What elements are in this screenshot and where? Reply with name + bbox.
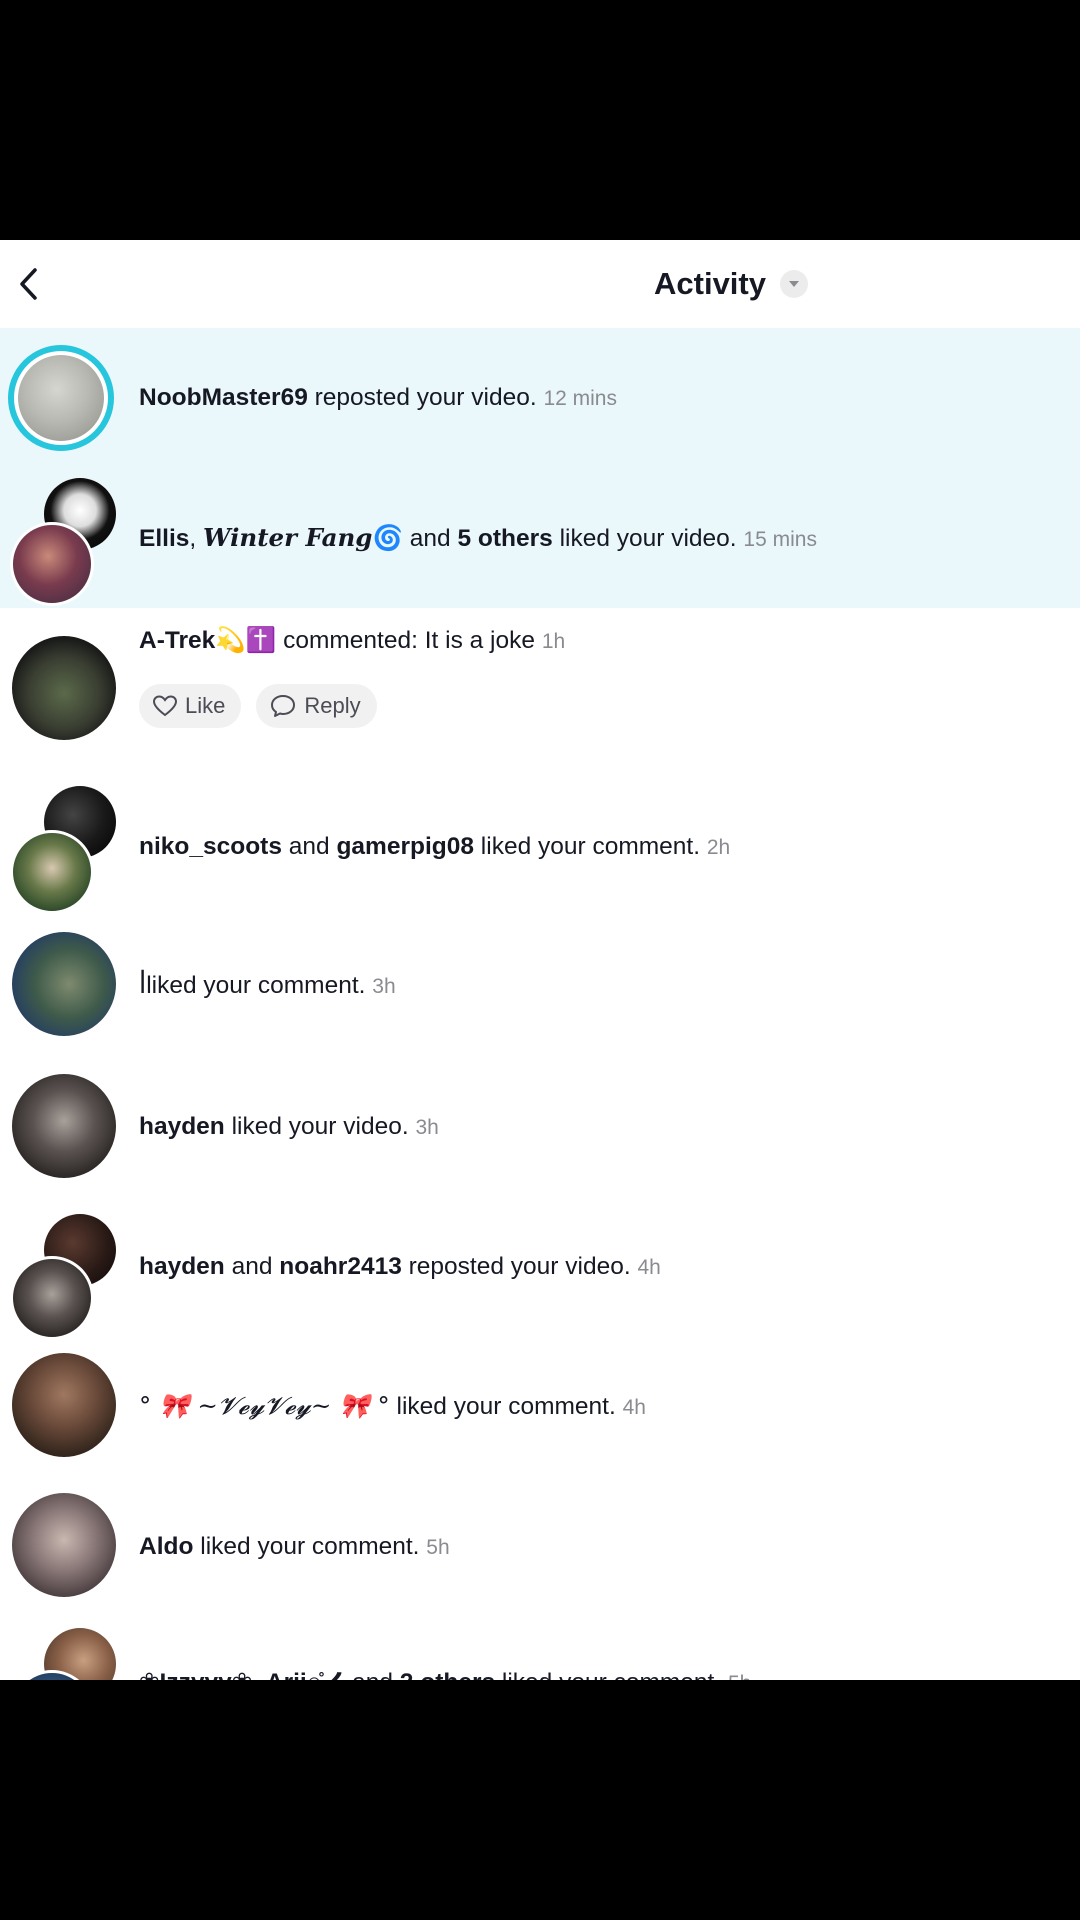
notification-row[interactable]: hayden liked your video. 3h (0, 1058, 1080, 1198)
timestamp: 1h (541, 630, 566, 653)
avatar[interactable] (12, 1493, 116, 1597)
username[interactable]: A-Trek (139, 627, 215, 654)
emoji: 💫✝️ (215, 627, 277, 654)
timestamp: 3h (372, 975, 396, 998)
timestamp: 3h (415, 1116, 439, 1139)
timestamp: 12 mins (543, 387, 617, 410)
username[interactable]: Arii○̥̊ ໒ (266, 1669, 352, 1680)
speech-bubble-icon (271, 695, 296, 717)
username[interactable]: Aldo (139, 1533, 193, 1560)
activity-filter-dropdown[interactable]: Activity (654, 260, 808, 308)
username[interactable]: Winter Fang (203, 523, 372, 552)
username[interactable]: ❀Izzyyy❀ (139, 1669, 252, 1680)
timestamp: 4h (622, 1396, 646, 1419)
like-button[interactable]: Like (139, 684, 242, 728)
back-button[interactable] (4, 254, 52, 314)
reply-button[interactable]: Reply (256, 684, 377, 728)
timestamp: 4h (637, 1256, 661, 1279)
notification-text: hayden liked your video. 3h (139, 1113, 439, 1140)
username[interactable]: noahr2413 (279, 1253, 402, 1280)
notification-text: niko_scoots and gamerpig08 liked your co… (139, 833, 731, 860)
activity-screen: Activity NoobMaster69 reposted your vide… (0, 240, 1080, 1680)
timestamp: 15 mins (743, 528, 817, 551)
notification-row[interactable]: ꟾliked your comment. 3h (0, 918, 1080, 1058)
notification-row[interactable]: A-Trek💫✝️ commented: It is a joke 1h Lik… (0, 608, 1080, 778)
comment-actions: Like Reply (139, 684, 377, 728)
username[interactable]: gamerpig08 (336, 833, 474, 860)
notification-row[interactable]: NoobMaster69 reposted your video. 12 min… (0, 328, 1080, 468)
username[interactable]: Ellis (139, 525, 189, 552)
timestamp: 5h (426, 1536, 450, 1559)
notification-text: Aldo liked your comment. 5h (139, 1533, 450, 1560)
username[interactable]: ° 🎀 ~𝓥𝓮𝔂𝓥𝓮𝔂~ 🎀 ° (139, 1391, 390, 1420)
notification-text: NoobMaster69 reposted your video. 12 min… (139, 384, 617, 411)
page-title: Activity (654, 266, 766, 301)
emoji: 🌀 (372, 525, 403, 552)
timestamp: 5h (728, 1672, 751, 1680)
timestamp: 2h (706, 836, 731, 859)
notification-row[interactable]: Aldo liked your comment. 5h (0, 1478, 1080, 1618)
username[interactable]: hayden (139, 1253, 225, 1280)
screen: Activity NoobMaster69 reposted your vide… (0, 0, 1080, 1920)
username[interactable]: NoobMaster69 (139, 384, 308, 411)
notification-text: ꟾliked your comment. 3h (139, 972, 396, 999)
header: Activity (0, 240, 1080, 328)
notification-row[interactable]: ❀Izzyyy❀, Arii○̥̊ ໒ and 2 others liked y… (0, 1618, 1080, 1680)
notification-row[interactable]: niko_scoots and gamerpig08 liked your co… (0, 778, 1080, 918)
notification-text: ° 🎀 ~𝓥𝓮𝔂𝓥𝓮𝔂~ 🎀 ° liked your comment. 4h (139, 1391, 646, 1420)
chevron-left-icon (20, 268, 37, 300)
avatar[interactable] (10, 1256, 94, 1340)
notification-text: hayden and noahr2413 reposted your video… (139, 1253, 661, 1280)
avatar[interactable] (12, 1074, 116, 1178)
avatar[interactable] (12, 932, 116, 1036)
notification-text: A-Trek💫✝️ commented: It is a joke 1h (139, 627, 566, 654)
username[interactable]: niko_scoots (139, 833, 282, 860)
notification-row[interactable]: ° 🎀 ~𝓥𝓮𝔂𝓥𝓮𝔂~ 🎀 ° liked your comment. 4h (0, 1338, 1080, 1478)
avatar[interactable] (10, 830, 94, 914)
avatar[interactable] (12, 636, 116, 740)
others-count[interactable]: 5 others (457, 525, 552, 552)
avatar[interactable] (10, 522, 94, 606)
notification-text: ❀Izzyyy❀, Arii○̥̊ ໒ and 2 others liked y… (139, 1666, 1060, 1680)
avatar[interactable] (8, 345, 114, 451)
caret-down-icon (779, 270, 808, 298)
others-count[interactable]: 2 others (400, 1669, 495, 1680)
notification-row[interactable]: hayden and noahr2413 reposted your video… (0, 1198, 1080, 1340)
notification-text: Ellis, Winter Fang🌀 and 5 others liked y… (139, 523, 817, 552)
username[interactable]: hayden (139, 1113, 225, 1140)
notification-row[interactable]: Ellis, Winter Fang🌀 and 5 others liked y… (0, 468, 1080, 608)
heart-icon (153, 695, 177, 717)
avatar[interactable] (12, 1353, 116, 1457)
